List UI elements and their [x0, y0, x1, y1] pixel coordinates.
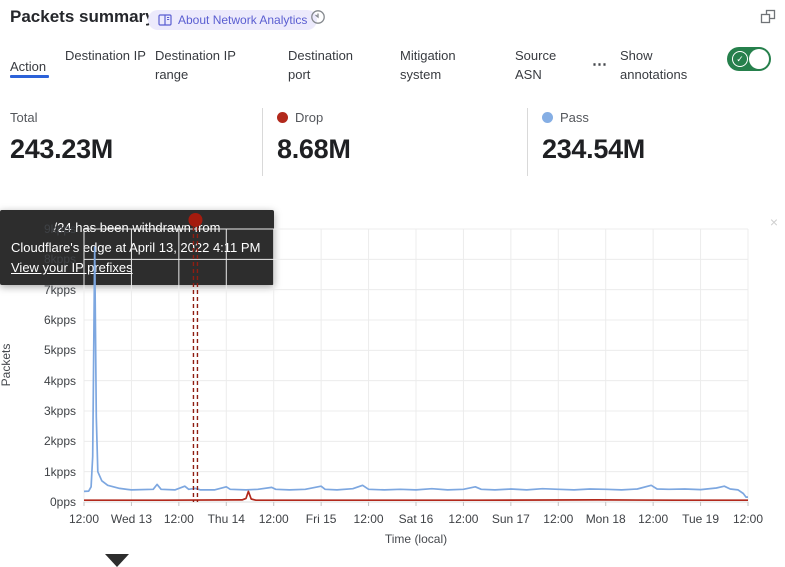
x-tick-label: Tue 19: [682, 512, 719, 526]
y-tick-label: 9kpps: [28, 222, 76, 236]
packets-chart: Packets Time (local) × /24 has been with…: [0, 210, 785, 555]
chart-canvas[interactable]: [0, 210, 785, 555]
y-tick-label: 8kpps: [28, 252, 76, 266]
x-tick-label: Mon 18: [586, 512, 626, 526]
y-tick-label: 7kpps: [28, 283, 76, 297]
stat-label: Pass: [560, 110, 589, 125]
stat-drop: Drop 8.68M: [277, 108, 351, 165]
x-tick-label: 12:00: [543, 512, 573, 526]
annotation-marker[interactable]: [188, 213, 202, 227]
x-tick-label: Wed 13: [111, 512, 152, 526]
x-tick-label: Sun 17: [492, 512, 530, 526]
toggle-knob: [749, 49, 769, 69]
tab-destination-ip-range[interactable]: Destination IP range: [155, 46, 259, 84]
active-tab-underline: [10, 75, 49, 78]
book-icon: [158, 14, 172, 26]
x-tick-label: 12:00: [354, 512, 384, 526]
y-tick-label: 0pps: [28, 495, 76, 509]
clock-icon[interactable]: [310, 9, 326, 30]
page-title: Packets summary: [10, 7, 155, 27]
check-icon: ✓: [732, 51, 748, 67]
y-tick-label: 2kpps: [28, 434, 76, 448]
tab-destination-port[interactable]: Destination port: [288, 46, 370, 84]
more-tabs-button[interactable]: ⋯: [592, 55, 608, 73]
y-axis-title: Packets: [0, 335, 13, 395]
stat-divider: [262, 108, 263, 176]
stat-value: 243.23M: [10, 134, 113, 165]
tab-action[interactable]: Action: [10, 57, 60, 76]
x-tick-label: Fri 15: [306, 512, 337, 526]
x-tick-label: Sat 16: [399, 512, 434, 526]
tab-source-asn[interactable]: Source ASN: [515, 46, 571, 84]
x-tick-label: 12:00: [733, 512, 763, 526]
close-icon[interactable]: ×: [770, 212, 778, 232]
stat-value: 8.68M: [277, 134, 351, 165]
drop-legend-dot: [277, 112, 288, 123]
y-tick-label: 4kpps: [28, 374, 76, 388]
about-badge-label: About Network Analytics: [178, 13, 307, 27]
x-tick-label: 12:00: [259, 512, 289, 526]
show-annotations-toggle[interactable]: ✓: [727, 47, 771, 71]
tooltip-pointer: [105, 554, 129, 567]
tab-mitigation-system[interactable]: Mitigation system: [400, 46, 482, 84]
stat-pass: Pass 234.54M: [542, 108, 645, 165]
y-tick-label: 1kpps: [28, 465, 76, 479]
x-tick-label: 12:00: [69, 512, 99, 526]
stat-label: Drop: [295, 110, 323, 125]
x-axis-title: Time (local): [385, 532, 447, 546]
stat-total: Total 243.23M: [10, 108, 113, 165]
about-network-analytics-badge[interactable]: About Network Analytics: [148, 10, 317, 30]
show-annotations-label: Show annotations: [620, 46, 712, 84]
popout-squares-icon[interactable]: [759, 8, 777, 31]
pass-legend-dot: [542, 112, 553, 123]
stat-label: Total: [10, 110, 37, 125]
x-tick-label: 12:00: [638, 512, 668, 526]
x-tick-label: 12:00: [164, 512, 194, 526]
stat-value: 234.54M: [542, 134, 645, 165]
stat-divider: [527, 108, 528, 176]
x-tick-label: Thu 14: [208, 512, 245, 526]
x-tick-label: 12:00: [448, 512, 478, 526]
y-tick-label: 6kpps: [28, 313, 76, 327]
y-tick-label: 5kpps: [28, 343, 76, 357]
tab-destination-ip[interactable]: Destination IP: [65, 46, 147, 65]
y-tick-label: 3kpps: [28, 404, 76, 418]
